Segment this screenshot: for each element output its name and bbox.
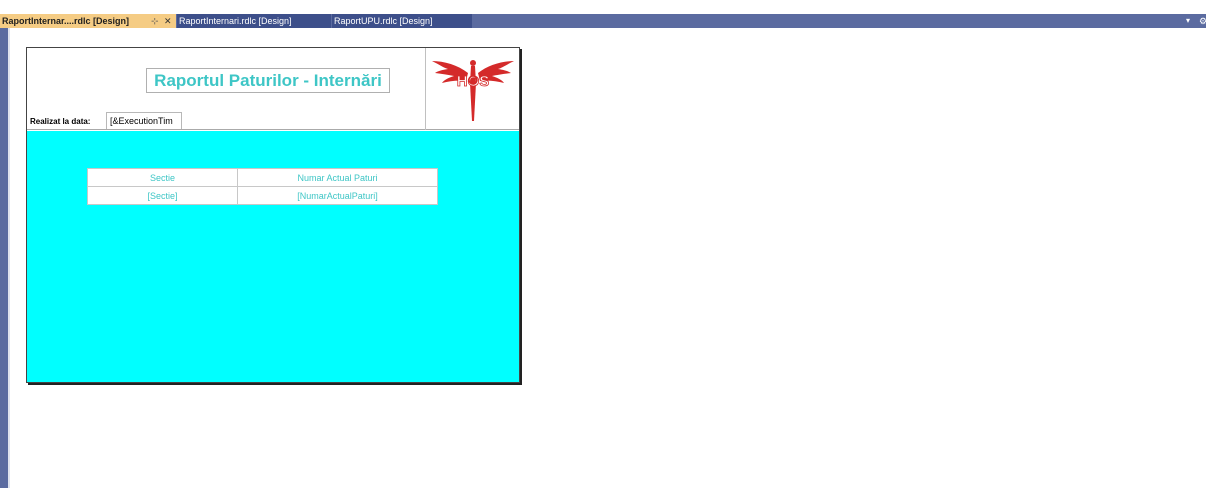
table-row: [Sectie] [NumarActualPaturi]: [87, 186, 438, 205]
data-table[interactable]: Sectie Numar Actual Paturi [Sectie] [Num…: [87, 168, 438, 205]
report-page[interactable]: Raportul Paturilor - Internări HOS Reali…: [26, 47, 520, 383]
close-icon[interactable]: ✕: [164, 14, 172, 28]
date-label[interactable]: Realizat la data:: [30, 117, 90, 126]
tab-raportinternar-design[interactable]: RaportInternar....rdlc [Design] ⊹ ✕: [0, 14, 176, 28]
left-edge-bar: [0, 28, 8, 488]
tab-label: RaportUPU.rdlc [Design]: [334, 16, 433, 26]
pin-icon[interactable]: ⊹: [151, 14, 159, 28]
table-header-row: Sectie Numar Actual Paturi: [87, 168, 438, 187]
cell-numar-actual-paturi-field[interactable]: [NumarActualPaturi]: [237, 186, 438, 205]
tab-label: RaportInternar....rdlc [Design]: [2, 16, 130, 26]
chevron-down-icon[interactable]: ▾: [1186, 14, 1190, 28]
report-title[interactable]: Raportul Paturilor - Internări: [146, 68, 390, 93]
tab-raportupu-design[interactable]: RaportUPU.rdlc [Design]: [332, 14, 472, 28]
cell-sectie-field[interactable]: [Sectie]: [87, 186, 238, 205]
header-cell-sectie[interactable]: Sectie: [87, 168, 238, 187]
gear-icon[interactable]: ⚙: [1199, 14, 1206, 28]
tab-label: RaportInternari.rdlc [Design]: [179, 16, 292, 26]
caduceus-logo-icon: HOS: [432, 60, 514, 121]
execution-time-field[interactable]: [&ExecutionTim: [106, 112, 182, 129]
header-cell-numar-actual-paturi[interactable]: Numar Actual Paturi: [237, 168, 438, 187]
report-body[interactable]: Sectie Numar Actual Paturi [Sectie] [Num…: [27, 131, 519, 382]
logo-image[interactable]: HOS: [425, 48, 519, 130]
tab-raportinternari-design[interactable]: RaportInternari.rdlc [Design]: [177, 14, 331, 28]
report-header[interactable]: Raportul Paturilor - Internări HOS Reali…: [27, 48, 519, 130]
